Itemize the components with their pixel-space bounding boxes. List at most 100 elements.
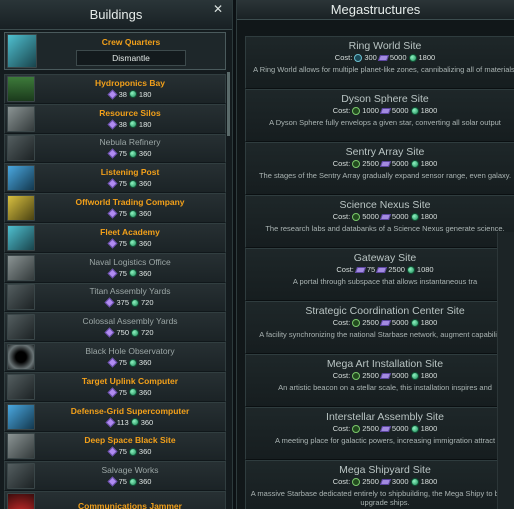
building-item[interactable]: Communications Jammer	[4, 491, 226, 509]
alloys-icon	[107, 208, 118, 219]
cost-value-1: 2500	[362, 318, 379, 327]
unity-icon	[352, 424, 361, 433]
building-icon	[7, 403, 35, 430]
close-icon[interactable]: ✕	[209, 2, 227, 16]
building-item[interactable]: Colossal Assembly Yards 750 720	[4, 312, 226, 343]
building-item[interactable]: Fleet Academy 75 360	[4, 222, 226, 253]
alloys-value: 113	[116, 417, 129, 427]
building-info: Black Hole Observatory 75 360	[35, 346, 225, 368]
megastructures-scrollbar[interactable]	[497, 232, 514, 509]
cost-value-3: 1800	[420, 106, 438, 115]
building-icon	[7, 493, 35, 509]
cost-value-3: 1800	[420, 318, 438, 327]
building-name: Offworld Trading Company	[75, 197, 185, 208]
crew-quarters-name: Crew Quarters	[101, 36, 161, 47]
alloys-value: 75	[118, 387, 127, 397]
building-item[interactable]: Listening Post 75 360	[4, 163, 226, 194]
megastructure-item[interactable]: Gateway Site Cost: 75 2500 1080 A portal thro…	[245, 248, 514, 301]
cost-value-1: 1000	[362, 106, 379, 115]
megastructure-item[interactable]: Mega Art Installation Site Cost: 2500 5000 1…	[245, 354, 514, 407]
building-item[interactable]: Offworld Trading Company 75 360	[4, 193, 226, 223]
megastructure-item[interactable]: Science Nexus Site Cost: 5000 5000 1800 The r…	[245, 195, 514, 248]
megastructure-cost: Cost: 1000 5000 1800	[333, 106, 438, 115]
energy-icon	[408, 53, 417, 62]
building-item[interactable]: Hydroponics Bay 38 180	[4, 74, 226, 104]
cost-value-2: 5000	[391, 371, 409, 380]
megastructure-cost: Cost: 2500 5000 1800	[333, 159, 438, 168]
building-item[interactable]: Naval Logistics Office 75 360	[4, 252, 226, 283]
building-name: Salvage Works	[101, 465, 159, 476]
megastructure-cost: Cost: 300 5000 1800	[335, 53, 435, 62]
megastructure-description: The research labs and databanks of a Sci…	[265, 224, 505, 233]
building-item[interactable]: Defense-Grid Supercomputer 113 360	[4, 401, 226, 432]
megastructure-item[interactable]: Mega Shipyard Site Cost: 2500 3000 1800 A mas…	[245, 460, 514, 509]
building-icon	[7, 373, 35, 400]
energy-icon	[130, 418, 139, 427]
megastructure-description: A Dyson Sphere fully envelops a given st…	[269, 118, 501, 127]
building-cost: 38 180	[107, 89, 151, 100]
energy-value: 360	[138, 209, 152, 219]
megastructure-item[interactable]: Sentry Array Site Cost: 2500 5000 1800 The st…	[245, 142, 514, 195]
building-info: Resource Silos 38 180	[35, 108, 225, 130]
building-item[interactable]: Salvage Works 75 360	[4, 461, 226, 492]
building-icon	[7, 105, 35, 132]
megastructure-name: Dyson Sphere Site	[341, 93, 429, 105]
alloys-value: 75	[118, 358, 127, 368]
megastructure-item[interactable]: Interstellar Assembly Site Cost: 2500 5000 1…	[245, 407, 514, 460]
energy-icon	[128, 388, 137, 397]
alloys-icon	[376, 266, 388, 273]
cost-value-3: 1800	[420, 477, 438, 486]
megastructure-name: Gateway Site	[353, 252, 417, 264]
building-cost: 75 360	[107, 446, 151, 457]
building-name: Defense-Grid Supercomputer	[70, 405, 190, 416]
alloys-icon	[379, 213, 391, 220]
megastructure-item[interactable]: Strategic Coordination Center Site Cost: 2…	[245, 301, 514, 354]
energy-icon	[410, 371, 419, 380]
building-item[interactable]: Resource Silos 38 180	[4, 103, 226, 134]
building-name: Titan Assembly Yards	[89, 286, 171, 297]
building-info: Titan Assembly Yards 375 720	[35, 286, 225, 308]
cost-value-2: 5000	[391, 106, 409, 115]
megastructure-description: A massive Starbase dedicated entirely to…	[250, 489, 514, 507]
building-icon	[7, 224, 35, 251]
cost-label: Cost:	[332, 318, 351, 327]
building-icon	[7, 463, 35, 490]
building-item[interactable]: Deep Space Black Site 75 360	[4, 431, 226, 462]
buildings-scrollbar[interactable]	[227, 72, 230, 136]
building-info: Hydroponics Bay 38 180	[35, 78, 225, 100]
building-item[interactable]: Titan Assembly Yards 375 720	[4, 282, 226, 313]
alloys-icon	[379, 478, 391, 485]
building-info: Communications Jammer	[35, 501, 225, 509]
energy-icon	[406, 265, 415, 274]
building-info: Target Uplink Computer 75 360	[35, 376, 225, 398]
megastructure-description: A facility synchronizing the national St…	[259, 330, 511, 339]
cost-value-2: 5000	[389, 53, 407, 62]
megastructure-item[interactable]: Dyson Sphere Site Cost: 1000 5000 1800 A Dyso…	[245, 89, 514, 142]
alloys-icon	[379, 107, 391, 114]
megastructure-item[interactable]: Ring World Site Cost: 300 5000 1800 A Ring Wo…	[245, 36, 514, 89]
building-cost: 750 720	[105, 327, 154, 338]
alloys-icon	[107, 149, 118, 159]
dismantle-button[interactable]: Dismantle	[76, 49, 186, 66]
megastructure-cost: Cost: 5000 5000 1800	[333, 212, 438, 221]
building-cost: 75 360	[107, 387, 151, 398]
building-item[interactable]: Target Uplink Computer 75 360	[4, 371, 226, 402]
cost-label: Cost:	[332, 106, 351, 115]
building-icon	[7, 433, 35, 460]
megastructure-description: A Ring World allows for multiple planet-…	[253, 65, 514, 74]
energy-icon	[128, 149, 137, 158]
megastructure-name: Mega Shipyard Site	[339, 464, 431, 476]
cost-value-2: 5000	[391, 212, 409, 221]
building-name: Colossal Assembly Yards	[82, 316, 178, 327]
building-item[interactable]: Black Hole Observatory 75 360	[4, 342, 226, 372]
cost-label: Cost:	[336, 265, 354, 274]
cost-value-1: 300	[364, 53, 377, 62]
cost-value-1: 2500	[362, 371, 379, 380]
crew-quarters-item[interactable]: Crew Quarters Dismantle	[4, 32, 226, 70]
building-info: Defense-Grid Supercomputer 113 360	[35, 406, 225, 428]
building-item[interactable]: Nebula Refinery 75 360	[4, 133, 226, 164]
cost-value-2: 5000	[391, 159, 409, 168]
crew-quarters-icon	[7, 34, 37, 68]
building-cost: 75 360	[107, 238, 151, 249]
alloys-icon	[379, 160, 391, 167]
